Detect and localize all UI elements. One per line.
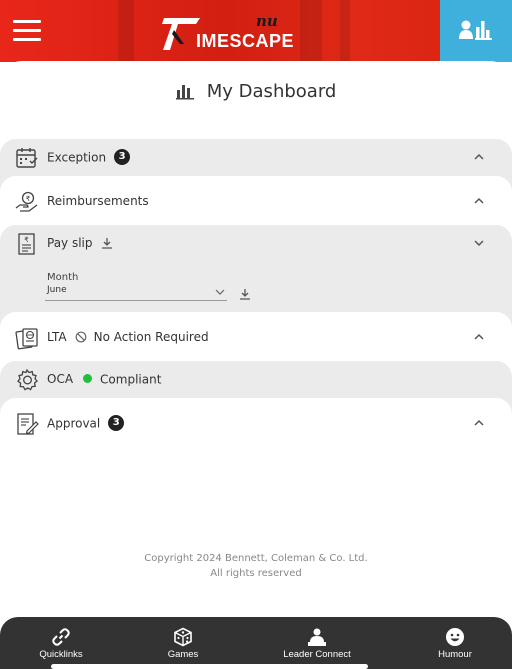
menu-line [13, 38, 41, 41]
dashboard-panel: My Dashboard Exception 3 ₹ Reimbursement… [0, 61, 512, 621]
svg-text:₹: ₹ [26, 195, 31, 203]
status-dot [83, 374, 93, 383]
exception-label: Exception 3 [47, 149, 131, 166]
nav-label: Quicklinks [39, 649, 83, 660]
reimbursements-label: Reimbursements [47, 194, 149, 208]
header-stripe [340, 0, 350, 62]
timescape-logo: IMESCAPE nu [160, 12, 294, 54]
lta-header[interactable]: LTA No Action Required [0, 319, 512, 357]
header-stripe [300, 0, 322, 62]
exception-count-badge: 3 [114, 149, 131, 165]
payslip-icon: ₹ [18, 233, 35, 255]
lta-status: No Action Required [93, 330, 209, 344]
chevron-down-icon[interactable] [473, 238, 485, 248]
lta-label-text: LTA [47, 330, 67, 344]
payslip-header[interactable]: ₹ Pay slip [0, 225, 512, 263]
copyright-line: All rights reserved [210, 568, 302, 579]
link-icon [52, 628, 70, 646]
smiley-icon [446, 628, 464, 646]
page-title-text: My Dashboard [206, 81, 337, 102]
header-stripe [118, 0, 134, 62]
gear-icon [17, 368, 38, 391]
month-select[interactable]: June [45, 285, 227, 301]
payslip-label: Pay slip [47, 236, 113, 250]
chevron-down-icon [215, 289, 225, 295]
dice-icon [174, 627, 192, 647]
approval-section: Approval 3 [0, 398, 512, 468]
oca-label-text: OCA [47, 372, 74, 386]
home-indicator [51, 664, 368, 669]
menu-line [13, 20, 41, 23]
approval-header[interactable]: Approval 3 [0, 405, 512, 443]
chevron-up-icon[interactable] [473, 196, 485, 206]
month-label: Month [47, 272, 79, 283]
oca-label: OCA Compliant [47, 372, 161, 387]
payslip-label-text: Pay slip [47, 236, 93, 250]
bar-chart-icon [175, 84, 194, 99]
lta-label: LTA No Action Required [47, 330, 209, 344]
nav-label: Humour [438, 649, 472, 660]
menu-line [13, 29, 41, 32]
page-title: My Dashboard [0, 81, 512, 105]
dashboard-button[interactable] [440, 0, 512, 62]
copyright: Copyright 2024 Bennett, Coleman & Co. Lt… [0, 551, 512, 581]
travel-ticket-icon [15, 328, 38, 350]
app-header: IMESCAPE nu [0, 0, 512, 62]
nav-label: Leader Connect [283, 649, 351, 660]
approval-count-badge: 3 [108, 415, 125, 431]
prohibited-icon [75, 331, 87, 342]
svg-text:₹: ₹ [24, 236, 29, 244]
reimbursements-header[interactable]: ₹ Reimbursements [0, 183, 512, 221]
user-chart-icon [459, 20, 492, 40]
nav-leader-connect[interactable]: Leader Connect [272, 617, 362, 669]
nav-games[interactable]: Games [148, 617, 218, 669]
chevron-up-icon[interactable] [473, 332, 485, 342]
logo-script: nu [256, 12, 278, 30]
nav-label: Games [167, 649, 199, 660]
nav-humour[interactable]: Humour [424, 617, 486, 669]
chevron-up-icon[interactable] [473, 152, 485, 162]
chevron-up-icon[interactable] [473, 418, 485, 428]
approval-label-text: Approval [47, 416, 101, 431]
reimbursement-icon: ₹ [15, 191, 38, 212]
oca-header[interactable]: OCA Compliant [0, 361, 512, 399]
oca-status: Compliant [100, 372, 162, 387]
leader-icon [308, 628, 326, 646]
approval-document-icon [17, 413, 39, 435]
month-value: June [47, 285, 67, 295]
download-icon[interactable] [239, 288, 251, 300]
copyright-line: Copyright 2024 Bennett, Coleman & Co. Lt… [144, 553, 368, 564]
approval-label: Approval 3 [47, 415, 125, 432]
exception-label-text: Exception [47, 150, 107, 165]
download-icon[interactable] [101, 237, 113, 249]
logo-seven-icon [162, 18, 200, 50]
nav-quicklinks[interactable]: Quicklinks [26, 617, 96, 669]
bottom-nav: Quicklinks Games Leader Connect Humour [0, 617, 512, 669]
menu-button[interactable] [13, 20, 41, 42]
exception-header[interactable]: Exception 3 [0, 139, 512, 177]
calendar-icon [16, 148, 38, 168]
logo-text: IMESCAPE [196, 31, 295, 51]
